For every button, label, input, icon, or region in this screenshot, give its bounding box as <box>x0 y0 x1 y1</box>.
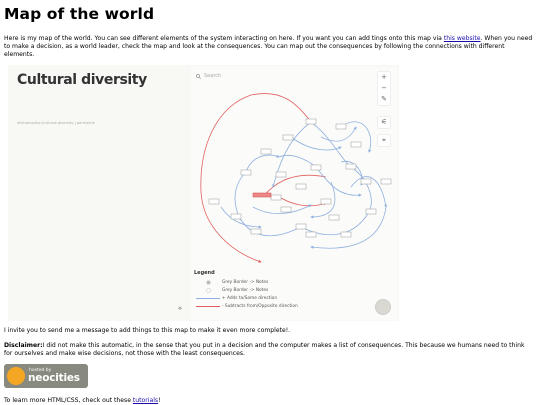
badge-big-text: neocities <box>28 372 80 384</box>
graph-node[interactable] <box>282 134 294 141</box>
website-link[interactable]: this website <box>444 35 481 42</box>
graph-node[interactable] <box>350 141 362 148</box>
graph-legend: Legend Grey Border -> Notes Grey Border … <box>194 270 298 310</box>
legend-item: + Adds to/Same direction <box>194 294 298 302</box>
tutorials-text: To learn more HTML/CSS, check out these <box>4 397 133 404</box>
graph-node[interactable] <box>280 206 292 213</box>
tutorials-link[interactable]: tutorials <box>133 397 158 404</box>
active-graph-node[interactable] <box>252 192 272 198</box>
legend-item: Grey Border -> Notes <box>194 286 298 294</box>
graph-node[interactable] <box>295 183 307 190</box>
graph-node[interactable] <box>360 178 372 185</box>
graph-node[interactable] <box>275 171 287 178</box>
compass-icon[interactable]: ⟡ <box>178 305 182 313</box>
graph-node[interactable] <box>270 194 282 201</box>
legend-label: - Subtracts from/Opposite direction <box>222 303 298 309</box>
tutorials-line: To learn more HTML/CSS, check out these … <box>4 397 534 405</box>
legend-label: Grey Border -> Notes <box>222 287 269 293</box>
disclaimer-label: Disclaimer: <box>4 342 43 349</box>
page-title: Map of the world <box>4 5 155 23</box>
cat-logo-icon <box>7 367 25 385</box>
graph-node[interactable] <box>295 223 307 230</box>
graph-node[interactable] <box>380 178 392 185</box>
tutorials-end: ! <box>158 397 161 404</box>
graph-panel[interactable]: Search + − ✎ ⚟ ⌖ Legend Grey Border -> N… <box>191 67 397 320</box>
graph-node[interactable] <box>260 148 272 155</box>
legend-title: Legend <box>194 270 215 276</box>
avatar[interactable] <box>375 299 391 315</box>
neocities-badge[interactable]: hosted by neocities <box>4 364 88 388</box>
note-title: Cultural diversity <box>17 72 147 88</box>
graph-node[interactable] <box>335 123 347 130</box>
graph-node[interactable] <box>340 231 352 238</box>
invite-text: I invite you to send me a message to add… <box>4 327 291 334</box>
filled-node-icon <box>206 280 210 284</box>
legend-item: - Subtracts from/Opposite direction <box>194 302 298 310</box>
legend-label: Grey Border -> Notes <box>222 279 269 285</box>
graph-node[interactable] <box>230 213 242 220</box>
graph-node[interactable] <box>345 163 357 170</box>
intro-text: Here is my map of the world. You can see… <box>4 35 444 42</box>
disclaimer-text: I did not make this automatic, in the se… <box>4 342 525 357</box>
graph-node[interactable] <box>310 164 322 171</box>
graph-node[interactable] <box>365 208 377 215</box>
legend-item: Grey Border -> Notes <box>194 278 298 286</box>
intro-paragraph: Here is my map of the world. You can see… <box>4 35 534 59</box>
add-line-icon <box>196 297 220 299</box>
hollow-node-icon <box>205 287 211 293</box>
graph-node[interactable] <box>320 198 332 205</box>
graph-node[interactable] <box>208 198 220 205</box>
graph-node[interactable] <box>328 214 340 221</box>
graph-node[interactable] <box>240 169 252 176</box>
graph-node[interactable] <box>305 118 317 125</box>
map-embed: Cultural diversity #introduction/cultura… <box>8 65 399 321</box>
breadcrumb[interactable]: #introduction/cultural-diversity | perma… <box>17 121 95 125</box>
legend-label: + Adds to/Same direction <box>222 295 278 301</box>
disclaimer: Disclaimer:I did not make this automatic… <box>4 342 534 358</box>
subtract-line-icon <box>196 305 220 307</box>
graph-node[interactable] <box>250 228 262 235</box>
graph-node[interactable] <box>305 231 317 238</box>
